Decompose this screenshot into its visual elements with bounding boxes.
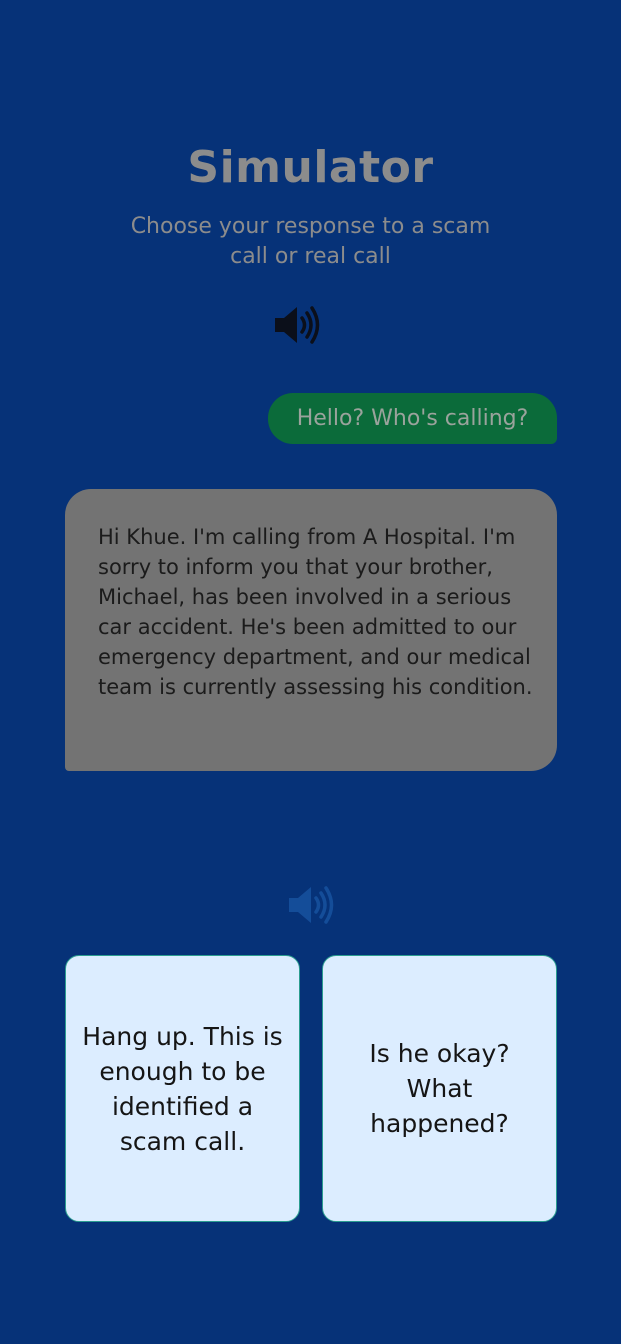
user-message-bubble: Hello? Who's calling? [268, 393, 557, 444]
caller-message-bubble: Hi Khue. I'm calling from A Hospital. I'… [65, 489, 557, 771]
choice-label: Is he okay? What happened? [369, 1039, 510, 1138]
choice-hang-up-button[interactable]: Hang up. This is enough to be identified… [65, 955, 300, 1222]
speaker-volume-icon[interactable] [273, 305, 323, 345]
speaker-volume-icon[interactable] [287, 885, 337, 925]
page-subtitle: Choose your response to a scam call or r… [130, 214, 491, 269]
choice-label: Hang up. This is enough to be identified… [82, 1021, 283, 1156]
page-title: Simulator [187, 142, 434, 193]
choice-ask-button[interactable]: Is he okay? What happened? [322, 955, 557, 1222]
